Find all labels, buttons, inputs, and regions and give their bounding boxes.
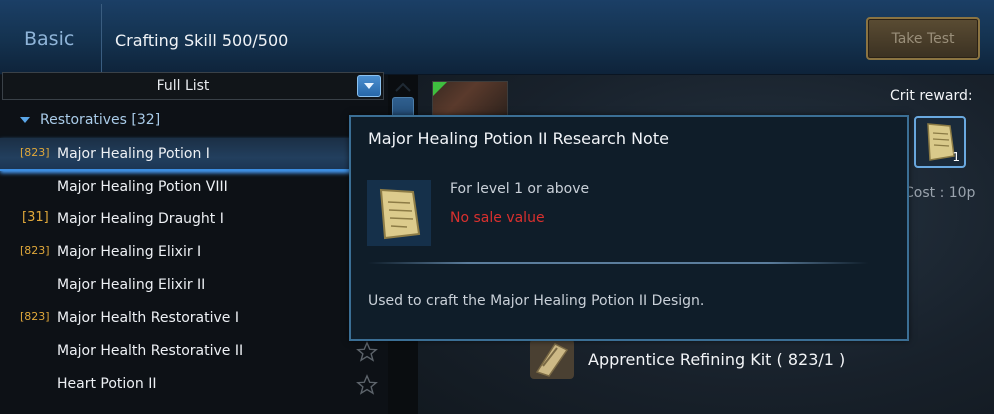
item-badge: [31] (22, 210, 49, 225)
material-label: Apprentice Refining Kit ( 823/1 ) (588, 350, 846, 369)
tooltip-level-requirement: For level 1 or above (450, 181, 590, 197)
take-test-button[interactable]: Take Test (866, 17, 980, 60)
tooltip-description: Used to craft the Major Healing Potion I… (368, 293, 705, 309)
cost-text: Cost : 10p (904, 185, 976, 201)
caret-down-icon (20, 117, 30, 123)
tooltip-divider (368, 262, 868, 264)
list-item[interactable]: [823] Major Healing Elixir I (0, 236, 388, 269)
star-icon[interactable] (356, 374, 378, 396)
list-filter-value: Full List (156, 78, 210, 94)
item-tooltip: Major Healing Potion II Research Note Fo… (349, 115, 909, 341)
crit-reward-label: Crit reward: (890, 88, 973, 104)
item-label: Major Healing Elixir II (57, 277, 206, 293)
item-label: Major Health Restorative I (57, 310, 239, 326)
list-item[interactable]: [31] Major Healing Draught I (0, 203, 388, 236)
item-label: Major Health Restorative II (57, 343, 244, 359)
chevron-down-icon[interactable] (357, 75, 381, 97)
scroll-up-icon[interactable] (392, 78, 414, 96)
item-label: Major Healing Potion I (57, 146, 210, 162)
item-label: Major Healing Draught I (57, 211, 224, 227)
item-label: Heart Potion II (57, 376, 157, 392)
scroll-icon (367, 180, 431, 246)
list-item[interactable]: Major Healing Potion VIII (0, 171, 388, 204)
item-label: Major Healing Elixir I (57, 244, 202, 260)
header-bar: Basic Crafting Skill 500/500 Take Test (0, 0, 994, 75)
list-item[interactable]: Heart Potion II (0, 368, 388, 401)
category-restoratives[interactable]: Restoratives [32] (20, 112, 160, 128)
list-item[interactable]: [823] Major Healing Potion I (0, 138, 388, 171)
list-item[interactable]: [823] Major Health Restorative I (0, 302, 388, 335)
item-badge: [823] (20, 146, 50, 159)
refining-kit-icon[interactable] (527, 336, 577, 382)
header-divider (101, 4, 102, 74)
tab-basic[interactable]: Basic (24, 28, 74, 50)
star-icon[interactable] (356, 341, 378, 363)
item-badge: [823] (20, 244, 50, 257)
crit-reward-slot[interactable]: 1 (914, 116, 966, 168)
category-label: Restoratives [32] (40, 112, 161, 128)
list-item[interactable]: Major Health Restorative II (0, 335, 388, 368)
tooltip-sale-value: No sale value (450, 210, 545, 226)
crit-reward-count: 1 (952, 150, 960, 164)
list-item[interactable]: Major Healing Elixir II (0, 269, 388, 302)
crafting-skill-text: Crafting Skill 500/500 (115, 31, 289, 50)
list-filter-dropdown[interactable]: Full List (2, 72, 384, 100)
tooltip-title: Major Healing Potion II Research Note (368, 129, 669, 148)
item-label: Major Healing Potion VIII (57, 179, 228, 195)
item-badge: [823] (20, 310, 50, 323)
